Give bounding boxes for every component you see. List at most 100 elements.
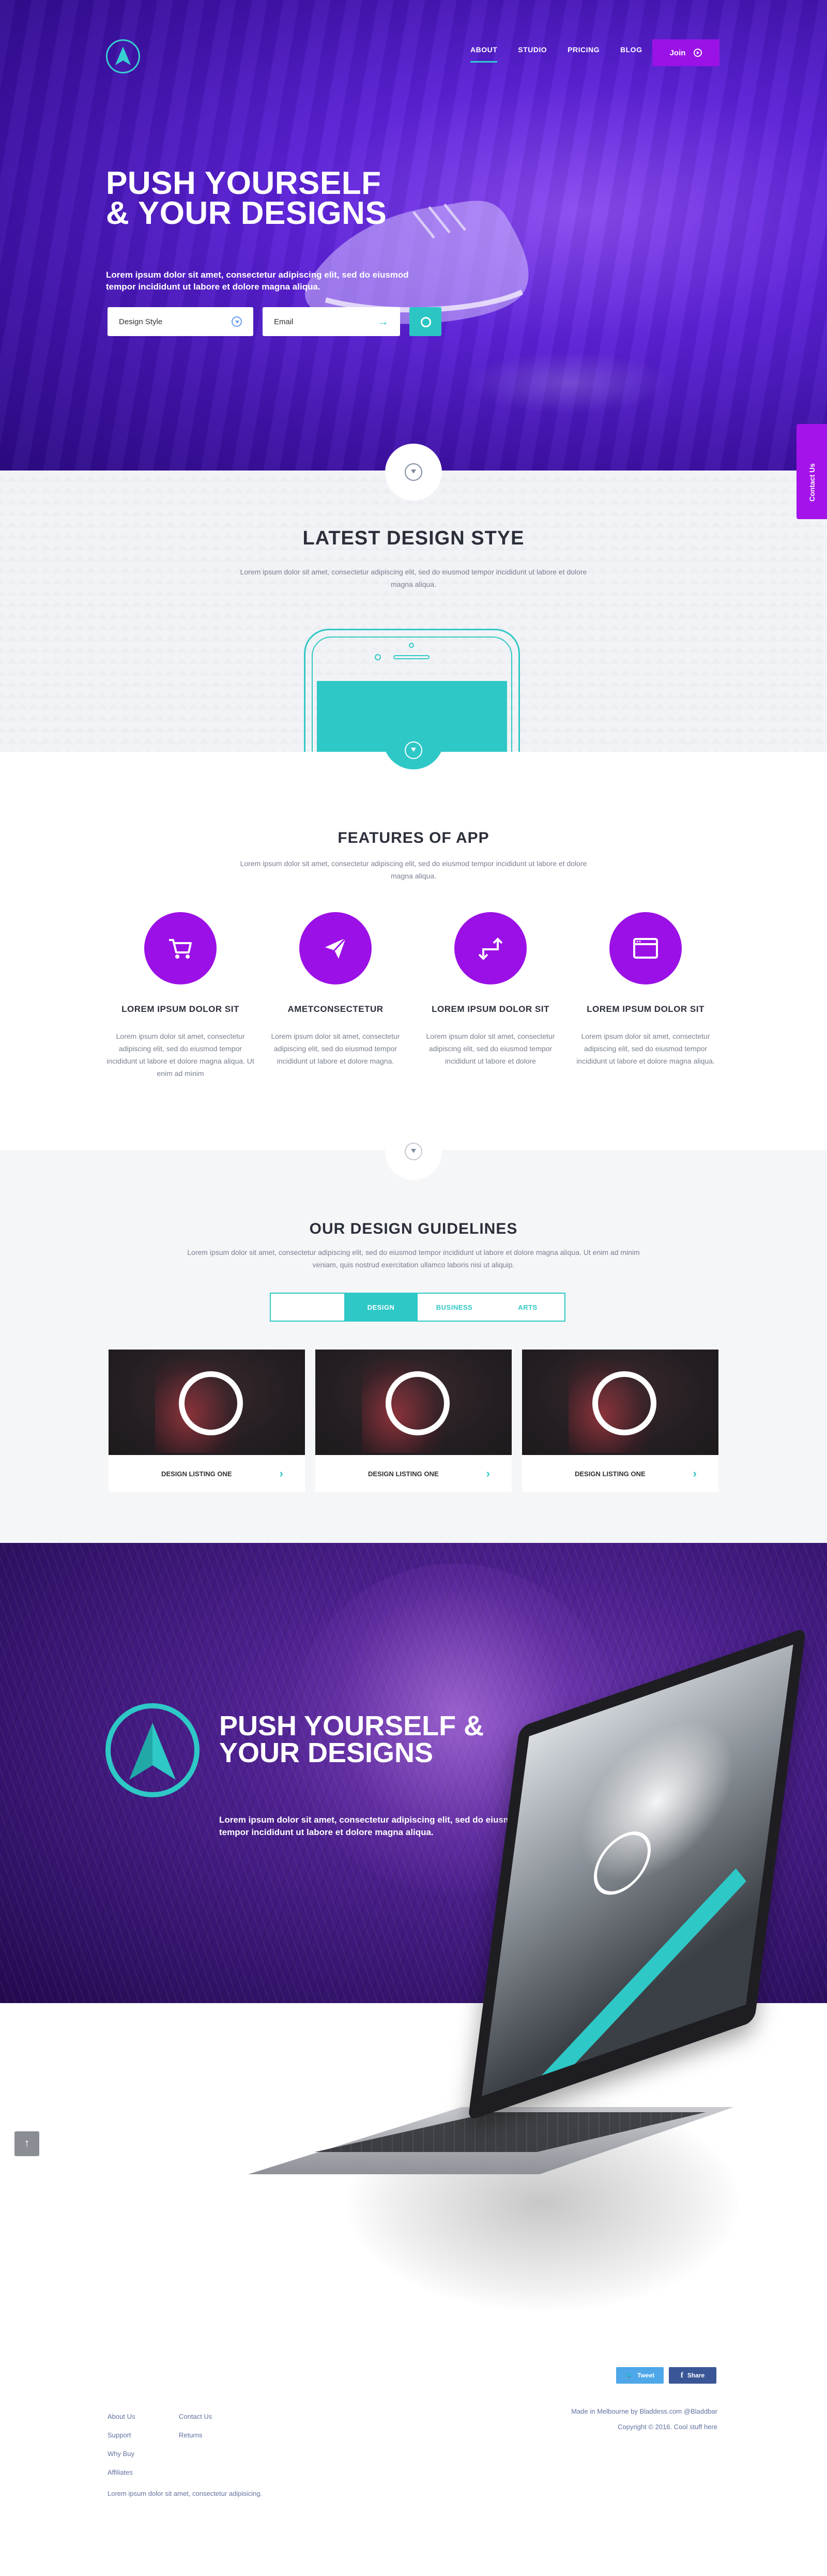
footer-links-col1: About Us Support Why Buy Affiliates bbox=[108, 2407, 135, 2482]
feature-icon-circle[interactable] bbox=[609, 912, 682, 984]
cart-icon bbox=[169, 939, 192, 959]
tweet-button[interactable]: 🐦 Tweet bbox=[616, 2367, 664, 2384]
feature-item: AMETCONSECTETUR Lorem ipsum dolor sit am… bbox=[261, 912, 410, 1067]
footer-link-affiliates[interactable]: Affiliates bbox=[108, 2463, 135, 2482]
dropdown-circle-icon bbox=[232, 316, 242, 327]
feature-text: Lorem ipsum dolor sit amet, consectetur … bbox=[576, 1032, 715, 1065]
feature-text: Lorem ipsum dolor sit amet, consectetur … bbox=[426, 1032, 555, 1065]
arrow-logo-icon bbox=[129, 1723, 176, 1780]
phone-speaker bbox=[393, 655, 430, 659]
design-listing-card[interactable]: DESIGN LISTING ONE › bbox=[109, 1350, 305, 1492]
feature-icon-circle[interactable] bbox=[454, 912, 527, 984]
back-to-top-button[interactable]: ↑ bbox=[14, 2131, 39, 2156]
feature-icon-circle[interactable] bbox=[299, 912, 372, 984]
ring-graphic bbox=[592, 1371, 656, 1435]
guidelines-section: OUR DESIGN GUIDELINES Lorem ipsum dolor … bbox=[0, 1150, 827, 1543]
design-style-label: Design Style bbox=[119, 317, 163, 326]
footer-link-about[interactable]: About Us bbox=[108, 2407, 135, 2426]
tweet-label: Tweet bbox=[637, 2372, 655, 2379]
phone-camera bbox=[409, 643, 414, 648]
arrow-right-icon: → bbox=[377, 315, 389, 328]
paper-plane-icon bbox=[325, 937, 347, 959]
feature-item: LOREM IPSUM DOLOR SIT Lorem ipsum dolor … bbox=[105, 912, 255, 1080]
footer-note: Lorem ipsum dolor sit amet, consectetur … bbox=[108, 2490, 263, 2497]
tab-blank[interactable] bbox=[271, 1294, 344, 1321]
features-title: FEATURES OF APP bbox=[338, 829, 489, 846]
phone-illustration bbox=[304, 629, 520, 752]
features-subtitle: Lorem ipsum dolor sit amet, consectetur … bbox=[240, 859, 587, 880]
latest-title: LATEST DESIGN STYE bbox=[302, 527, 525, 549]
chevron-right-icon[interactable]: › bbox=[486, 1467, 490, 1480]
ring-graphic bbox=[386, 1371, 450, 1435]
hero-lead: Lorem ipsum dolor sit amet, consectetur … bbox=[106, 270, 409, 292]
main-nav: ABOUT STUDIO PRICING BLOG bbox=[470, 46, 663, 63]
chevron-down-icon bbox=[405, 1143, 422, 1160]
made-in-text: Made in Melbourne by Bladdess.com @Bladd… bbox=[571, 2407, 717, 2415]
chevron-right-icon[interactable]: › bbox=[280, 1467, 283, 1480]
arrow-up-icon: ↑ bbox=[24, 2136, 30, 2149]
brand-logo[interactable] bbox=[106, 39, 140, 73]
share-button[interactable]: f Share bbox=[669, 2367, 716, 2384]
listing-image bbox=[315, 1350, 512, 1455]
design-listing-card[interactable]: DESIGN LISTING ONE › bbox=[522, 1350, 718, 1492]
feature-item: LOREM IPSUM DOLOR SIT Lorem ipsum dolor … bbox=[416, 912, 565, 1067]
section-scroll-button[interactable] bbox=[385, 1123, 442, 1180]
submit-button[interactable] bbox=[409, 307, 441, 336]
ring-graphic bbox=[179, 1371, 243, 1435]
hero-section: ABOUT STUDIO PRICING BLOG Join PUSH YOUR… bbox=[0, 0, 827, 471]
features-section: FEATURES OF APP Lorem ipsum dolor sit am… bbox=[0, 752, 827, 1150]
nav-pricing[interactable]: PRICING bbox=[568, 46, 600, 63]
latest-subtitle: Lorem ipsum dolor sit amet, consectetur … bbox=[240, 568, 587, 588]
browser-window-icon bbox=[633, 938, 658, 959]
brand-logo-large bbox=[105, 1703, 200, 1797]
feature-title: LOREM IPSUM DOLOR SIT bbox=[121, 1004, 239, 1014]
contact-us-label: Contact Us bbox=[808, 463, 816, 502]
phone-sensor bbox=[375, 654, 381, 660]
design-style-select[interactable]: Design Style bbox=[108, 307, 253, 336]
feature-title: LOREM IPSUM DOLOR SIT bbox=[432, 1004, 549, 1014]
footer-link-why-buy[interactable]: Why Buy bbox=[108, 2445, 135, 2463]
banner-lead: Lorem ipsum dolor sit amet, consectetur … bbox=[219, 1815, 522, 1837]
join-button[interactable]: Join bbox=[652, 39, 719, 66]
email-placeholder: Email bbox=[274, 317, 294, 326]
copyright-text: Copyright © 2016. Cool stuff here bbox=[618, 2423, 717, 2431]
feature-icon-circle[interactable] bbox=[144, 912, 217, 984]
arrow-logo-icon bbox=[115, 47, 131, 65]
listing-title: DESIGN LISTING ONE bbox=[368, 1469, 439, 1478]
feature-title: LOREM IPSUM DOLOR SIT bbox=[587, 1004, 705, 1014]
email-field[interactable]: Email → bbox=[263, 307, 400, 336]
listing-image bbox=[109, 1350, 305, 1455]
footer-link-contact[interactable]: Contact Us bbox=[179, 2407, 212, 2426]
scroll-down-button[interactable] bbox=[385, 444, 442, 501]
swap-arrows-icon bbox=[478, 937, 503, 960]
hero-title: PUSH YOURSELF & YOUR DESIGNS bbox=[106, 165, 387, 231]
nav-studio[interactable]: STUDIO bbox=[518, 46, 547, 63]
tab-design[interactable]: DESIGN bbox=[344, 1294, 418, 1321]
feature-text: Lorem ipsum dolor sit amet, consectetur … bbox=[271, 1032, 400, 1065]
guidelines-tabs: DESIGN BUSINESS ARTS bbox=[270, 1293, 565, 1322]
nav-blog[interactable]: BLOG bbox=[620, 46, 642, 63]
latest-design-section: LATEST DESIGN STYE Lorem ipsum dolor sit… bbox=[0, 471, 827, 752]
chevron-down-icon bbox=[405, 741, 422, 759]
guidelines-subtitle: Lorem ipsum dolor sit amet, consectetur … bbox=[187, 1248, 640, 1269]
chevron-down-icon bbox=[405, 463, 422, 481]
tab-business[interactable]: BUSINESS bbox=[418, 1294, 491, 1321]
tab-arts[interactable]: ARTS bbox=[491, 1294, 564, 1321]
chevron-right-icon[interactable]: › bbox=[693, 1467, 697, 1480]
nav-about[interactable]: ABOUT bbox=[470, 46, 498, 63]
feature-text: Lorem ipsum dolor sit amet, consectetur … bbox=[106, 1032, 254, 1078]
footer-link-support[interactable]: Support bbox=[108, 2426, 135, 2445]
guidelines-title: OUR DESIGN GUIDELINES bbox=[309, 1220, 518, 1237]
design-listing-card[interactable]: DESIGN LISTING ONE › bbox=[315, 1350, 512, 1492]
feature-item: LOREM IPSUM DOLOR SIT Lorem ipsum dolor … bbox=[571, 912, 721, 1067]
facebook-icon: f bbox=[680, 2371, 683, 2380]
twitter-bird-icon: 🐦 bbox=[625, 2372, 633, 2379]
footer-links-col2: Contact Us Returns bbox=[179, 2407, 212, 2445]
feature-title: AMETCONSECTETUR bbox=[287, 1004, 384, 1014]
play-circle-icon bbox=[694, 49, 702, 57]
join-label: Join bbox=[669, 48, 686, 57]
footer-link-returns[interactable]: Returns bbox=[179, 2426, 212, 2445]
listing-title: DESIGN LISTING ONE bbox=[575, 1469, 646, 1478]
water-splash bbox=[465, 352, 672, 414]
contact-us-tab[interactable]: Contact Us bbox=[797, 424, 827, 519]
